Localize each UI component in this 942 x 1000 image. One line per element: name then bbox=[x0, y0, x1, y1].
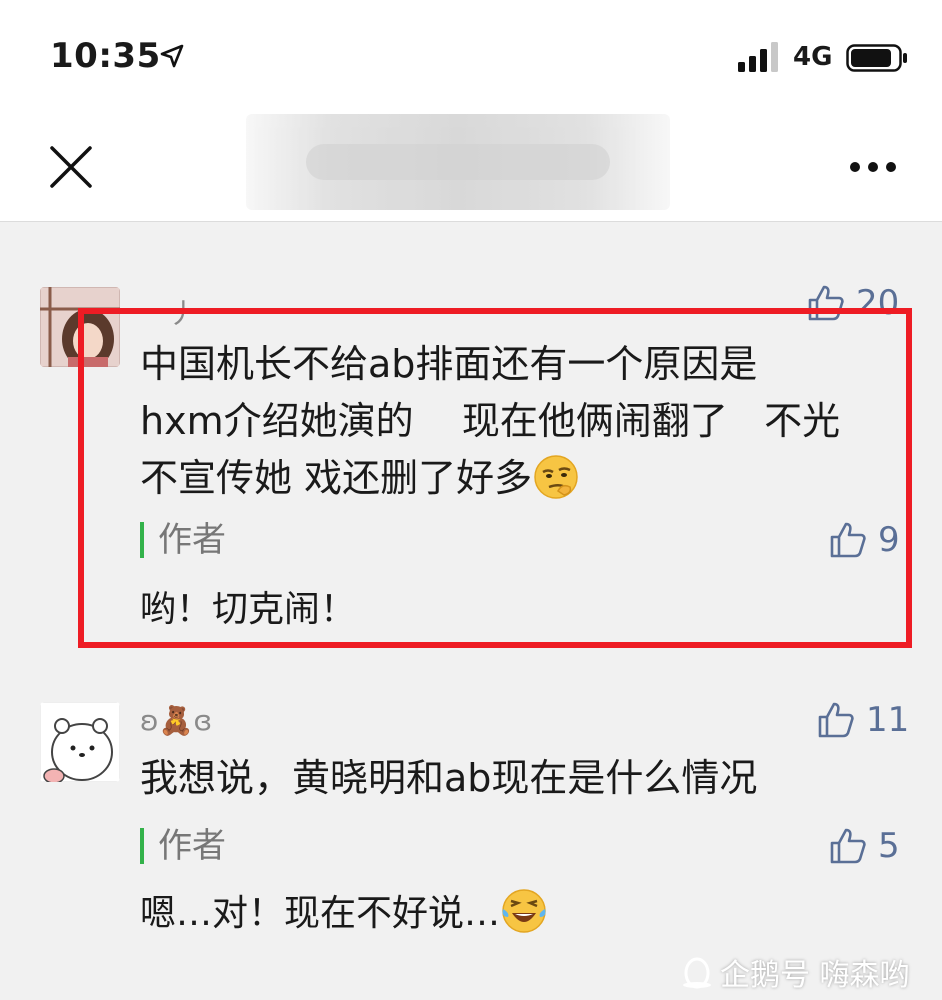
status-bar: 10:35 4G bbox=[0, 0, 942, 110]
thumbs-up-icon bbox=[830, 828, 866, 864]
blurred-title bbox=[246, 114, 670, 210]
watermark: 企鹅号 嗨森哟 bbox=[680, 950, 910, 994]
thumbs-up-icon bbox=[818, 702, 854, 738]
watermark-text: 企鹅号 嗨森哟 bbox=[720, 958, 910, 993]
nav-bar bbox=[0, 110, 942, 222]
highlight-box bbox=[78, 308, 912, 648]
like-button[interactable]: 11 bbox=[816, 700, 909, 740]
comment-line: 我想说，黄晓明和ab现在是什么情况 bbox=[140, 756, 758, 800]
like-count: 5 bbox=[878, 826, 900, 866]
comment-text: 我想说，黄晓明和ab现在是什么情况 bbox=[140, 750, 757, 807]
penguin-icon bbox=[683, 957, 711, 989]
author-tag: 作者 bbox=[140, 828, 226, 864]
user-avatar[interactable] bbox=[40, 702, 120, 782]
user-nickname: ʚ🧸ɞ bbox=[140, 704, 213, 737]
like-count: 11 bbox=[866, 700, 910, 740]
location-arrow-icon bbox=[160, 44, 184, 68]
signal-icon bbox=[738, 42, 778, 72]
laughing-tears-emoji bbox=[502, 889, 546, 933]
author-reply: 嗯…对！现在不好说… bbox=[140, 884, 548, 936]
status-time: 10:35 bbox=[50, 36, 161, 76]
more-icon[interactable] bbox=[848, 160, 898, 174]
close-icon[interactable] bbox=[48, 144, 94, 190]
network-type: 4G bbox=[793, 42, 833, 72]
author-like-button[interactable]: 5 bbox=[828, 826, 900, 866]
battery-icon bbox=[846, 44, 907, 72]
